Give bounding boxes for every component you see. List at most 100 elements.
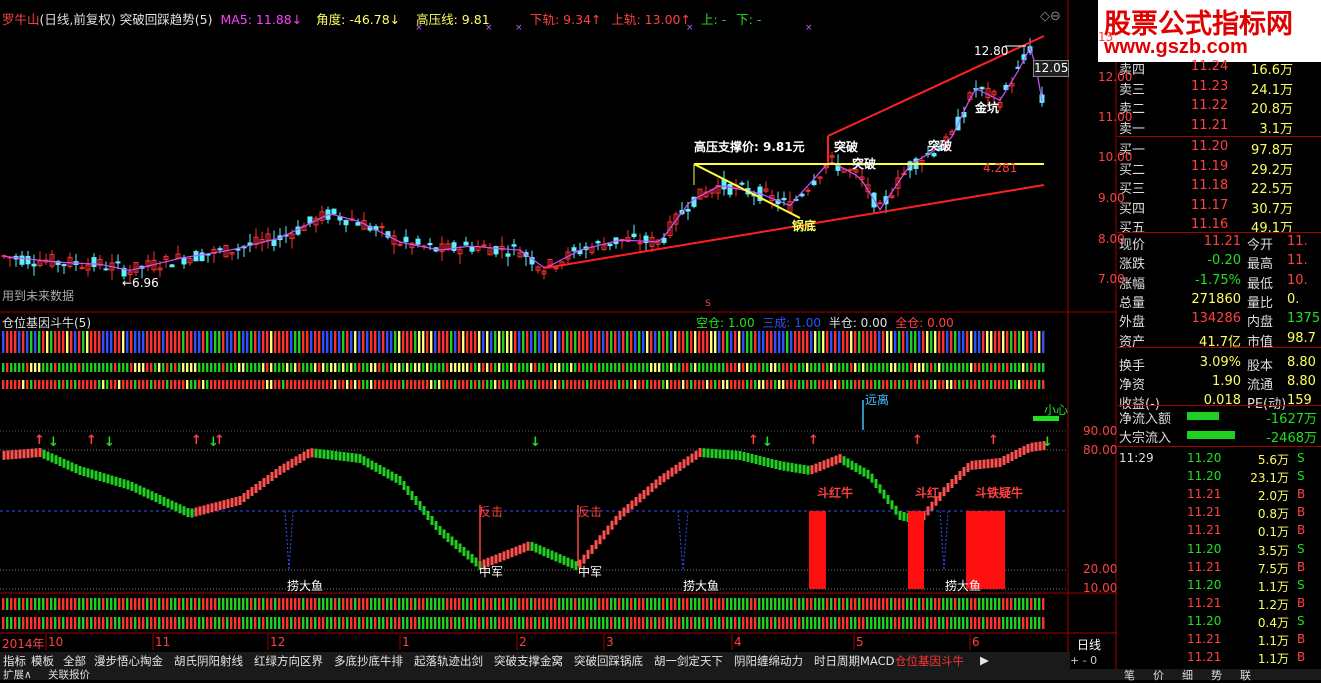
barcode-bar [594,363,597,372]
barcode-bar [346,331,349,353]
bottom-barcode-bar [558,598,561,610]
bottom-barcode-bar [854,617,857,629]
barcode-bar [406,380,409,389]
tab-2[interactable]: 全部 [63,653,86,668]
tab-11[interactable]: 阴阳缠绵动力 [734,653,803,668]
barcode-bar [1022,380,1025,389]
barcode-bar [306,331,309,353]
tick-row: 11.20 0.4万 S [1117,613,1321,631]
zoom-controls[interactable]: + - 0 [1070,654,1097,667]
stat-label-2: 量比 [1247,295,1274,311]
candle-body [727,183,733,195]
tab-7[interactable]: 起落轨迹出剑 [414,653,483,668]
tab-3[interactable]: 漫步悟心掏金 [94,653,163,668]
tab-9[interactable]: 突破回踩锅底 [574,653,643,668]
stat-label: 涨跌 [1119,257,1146,273]
bottom-barcode-bar [258,598,261,610]
bottom-barcode-bar [194,598,197,610]
bottom-barcode-bar [94,598,97,610]
barcode-bar [318,380,321,389]
up-arrow-icon: ↑ [808,433,819,448]
barcode-bar [142,331,145,353]
barcode-bar [958,363,961,372]
bottom-barcode-bar [842,617,845,629]
bottom-barcode-bar [110,598,113,610]
bottom-barcode-bar [238,598,241,610]
oscillator-bar [318,449,322,459]
oscillator-bar [134,483,138,493]
tab-13[interactable]: 仓位基因斗牛 [895,653,964,668]
barcode-bar [894,331,897,353]
barcode-bar [98,331,101,353]
stock-name[interactable]: 罗牛山 [2,12,40,27]
barcode-bar [14,331,17,353]
oscillator-bar [1026,444,1030,453]
indicator-tabs: 指标 模板 全部 漫步悟心掏金 胡氏阴阳射线 红绿方向区界 多底抄底牛排 起落轨迹出剑 突破支撑… [0,652,1070,669]
bottom-barcode-bar [942,598,945,610]
bottom-barcode-bar [498,598,501,610]
barcode-bar [382,363,385,372]
barcode-bar [98,380,101,389]
barcode-bar [834,363,837,372]
oscillator-bar [270,472,274,481]
barcode-bar [798,380,801,389]
barcode-bar [646,380,649,389]
candle-body [415,238,421,245]
bottom-barcode-bar [858,617,861,629]
tab-12[interactable]: 时日周期MACD [814,653,894,668]
oscillator-bar [206,504,210,514]
barcode-bar [946,331,949,353]
bottom-barcode-bar [738,598,741,610]
barcode-bar [234,380,237,389]
period-button[interactable]: 日线 [1077,636,1101,653]
oscillator-bar [326,450,330,460]
barcode-bar [186,363,189,372]
barcode-bar [614,363,617,372]
barcode-bar [894,380,897,389]
barcode-bar [1042,331,1045,353]
tab-10[interactable]: 胡一剑定天下 [654,653,723,668]
quote-tab-0[interactable]: 笔 [1124,667,1135,683]
barcode-bar [838,380,841,389]
tab-0[interactable]: 指标 [3,653,26,668]
oscillator-bar [878,484,882,494]
bottom-barcode-bar [278,617,281,629]
barcode-bar [510,380,513,389]
bottom-barcode-bar [374,617,377,629]
candle-body [331,208,337,215]
candle-body [379,226,385,229]
oscillator-bar [114,476,118,486]
tab-scroll-right-icon[interactable]: ▶ [980,653,989,668]
tab-5[interactable]: 红绿方向区界 [254,653,323,668]
tab-1[interactable]: 模板 [31,653,54,668]
oscillator-bar [122,479,126,489]
tick-volume: 5.6万 [1257,453,1289,467]
bottom-barcode-bar [882,598,885,610]
bottom-barcode-bar [946,598,949,610]
tab-8[interactable]: 突破支撑金窝 [494,653,563,668]
oscillator-bar [686,456,690,466]
barcode-bar [802,331,805,353]
bottom-barcode-bar [598,617,601,629]
tab-4[interactable]: 胡氏阴阳射线 [174,653,243,668]
quote-tab-1[interactable]: 价 [1153,667,1164,683]
bottom-barcode-bar [582,617,585,629]
up-arrow-icon: ↑ [988,433,999,448]
barcode-bar [310,363,313,372]
tick-row: 11.20 3.5万 S [1117,541,1321,559]
barcode-bar [74,363,77,372]
bottom-barcode-bar [890,617,893,629]
barcode-bar [790,380,793,389]
barcode-bar [942,331,945,353]
quote-tab-4[interactable]: 联 [1240,667,1251,683]
bottom-barcode-bar [234,617,237,629]
barcode-bar [714,331,717,353]
barcode-bar [130,380,133,389]
quote-tab-3[interactable]: 势 [1211,667,1222,683]
candle-body [811,180,817,185]
tab-6[interactable]: 多底抄底牛排 [334,653,403,668]
barcode-bar [438,380,441,389]
barcode-bar [94,331,97,353]
window-controls-icon[interactable]: ◇⊖ [1040,9,1061,24]
quote-tab-2[interactable]: 细 [1182,667,1193,683]
